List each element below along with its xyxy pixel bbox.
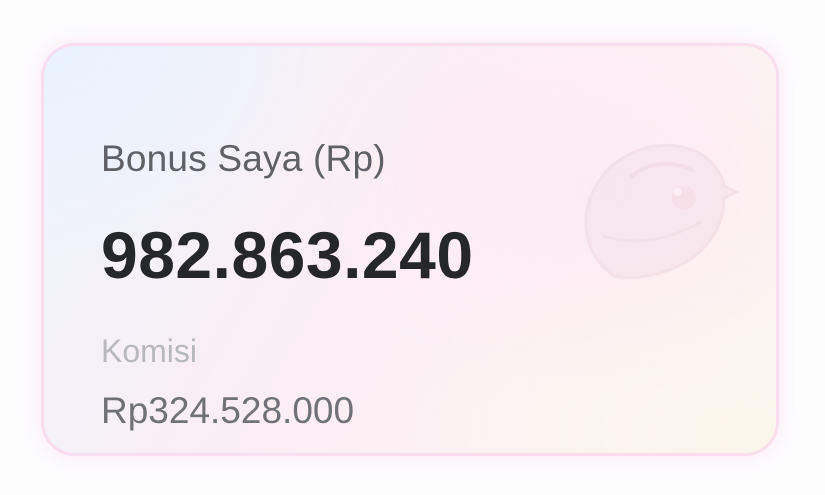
bird-logo-icon [584, 143, 740, 280]
bonus-title: Bonus Saya (Rp) [101, 138, 386, 179]
commission-label: Komisi [101, 333, 198, 369]
screen: Bonus Saya (Rp) 982.863.240 Komisi Rp324… [0, 0, 825, 495]
commission-amount-value: Rp324.528.000 [101, 390, 355, 431]
bonus-card: Bonus Saya (Rp) 982.863.240 Komisi Rp324… [41, 43, 779, 456]
bonus-amount-value: 982.863.240 [101, 218, 474, 292]
